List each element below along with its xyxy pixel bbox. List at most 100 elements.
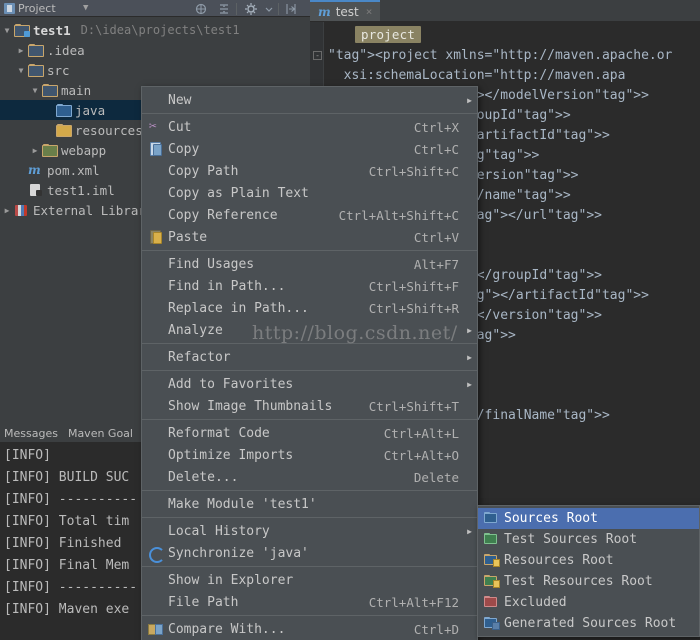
source-folder-icon	[56, 104, 72, 117]
menu-item-no-icon	[146, 594, 166, 610]
menu-item-label: Delete...	[168, 469, 239, 485]
breadcrumb[interactable]: project	[355, 26, 422, 43]
menu-item-label: Paste	[168, 229, 208, 245]
tree-node-label: java	[75, 102, 106, 118]
menu-item-label: Local History	[168, 523, 270, 539]
test-resources-root-icon	[483, 575, 500, 588]
menu-separator	[142, 419, 477, 420]
submenu-arrow-icon: ▶	[467, 325, 472, 335]
tab-test[interactable]: m test ×	[310, 0, 381, 21]
fold-collapse-icon[interactable]: -	[313, 51, 322, 60]
submenu-item-sources-root[interactable]: Sources Root	[478, 508, 699, 529]
menu-item-reformat-code[interactable]: Reformat Code Ctrl+Alt+L	[142, 422, 477, 444]
tree-indent: ▶	[14, 86, 28, 95]
menu-item-no-icon	[146, 398, 166, 414]
menu-item-label: Find in Path...	[168, 278, 286, 294]
settings-dropdown-icon[interactable]	[263, 3, 275, 15]
menu-item-copy-path[interactable]: Copy Path Ctrl+Shift+C	[142, 160, 477, 182]
tab-messages[interactable]: Messages	[4, 427, 58, 440]
context-menu[interactable]: New ▶ Cut Ctrl+X Copy Ctrl+C Copy Path Ctrl+Shi…	[141, 86, 478, 640]
menu-item-optimize-imports[interactable]: Optimize Imports Ctrl+Alt+O	[142, 444, 477, 466]
menu-item-show-image-thumbnails[interactable]: Show Image Thumbnails Ctrl+Shift+T	[142, 395, 477, 417]
menu-item-label: Copy	[168, 141, 200, 157]
menu-item-no-icon	[146, 278, 166, 294]
menu-item-no-icon	[146, 185, 166, 201]
menu-item-shortcut: Ctrl+Alt+L	[383, 425, 459, 441]
tab-maven-goal[interactable]: Maven Goal	[68, 427, 133, 440]
menu-separator	[142, 490, 477, 491]
tree-node-label: main	[61, 82, 92, 98]
menu-item-shortcut: Ctrl+Shift+R	[368, 300, 459, 316]
submenu-item-resources-root[interactable]: Resources Root	[478, 550, 699, 571]
menu-item-add-to-favorites[interactable]: Add to Favorites ▶	[142, 373, 477, 395]
chevron-down-icon[interactable]: ▼	[83, 3, 88, 13]
twisty-expanded-icon[interactable]: ▼	[28, 86, 42, 95]
close-icon[interactable]: ×	[366, 5, 373, 18]
twisty-collapsed-icon[interactable]: ▶	[0, 206, 14, 215]
menu-item-shortcut: Delete	[413, 469, 459, 485]
submenu-item-test-resources-root[interactable]: Test Resources Root	[478, 571, 699, 592]
menu-separator	[142, 113, 477, 114]
tree-node--idea[interactable]: ▶▶ .idea	[0, 40, 310, 60]
tree-indent: ▶	[0, 106, 14, 115]
submenu-item-excluded[interactable]: Excluded	[478, 592, 699, 613]
menu-item-refactor[interactable]: Refactor ▶	[142, 346, 477, 368]
tree-indent: ▶	[0, 86, 14, 95]
menu-item-cut[interactable]: Cut Ctrl+X	[142, 116, 477, 138]
menu-item-make-module-test1[interactable]: Make Module 'test1'	[142, 493, 477, 515]
hide-panel-icon[interactable]	[285, 3, 297, 15]
menu-item-show-in-explorer[interactable]: Show in Explorer	[142, 569, 477, 591]
menu-item-paste[interactable]: Paste Ctrl+V	[142, 226, 477, 248]
sync-icon	[146, 545, 166, 563]
menu-item-no-icon	[146, 300, 166, 316]
menu-item-compare-with[interactable]: Compare With... Ctrl+D	[142, 618, 477, 640]
copy-icon	[146, 141, 166, 157]
menu-item-file-path[interactable]: File Path Ctrl+Alt+F12	[142, 591, 477, 613]
menu-item-analyze[interactable]: Analyze ▶	[142, 319, 477, 341]
tree-node-label: test1.iml	[47, 182, 115, 198]
submenu-item-label: Test Resources Root	[504, 574, 653, 589]
menu-item-label: Analyze	[168, 322, 223, 338]
menu-item-copy-as-plain-text[interactable]: Copy as Plain Text	[142, 182, 477, 204]
tree-node-label: resources	[75, 122, 143, 138]
twisty-expanded-icon[interactable]: ▼	[14, 66, 28, 75]
twisty-none: ▶	[14, 186, 28, 195]
menu-item-copy[interactable]: Copy Ctrl+C	[142, 138, 477, 160]
tree-indent: ▶	[28, 126, 42, 135]
expand-all-icon[interactable]	[218, 3, 230, 15]
tree-node-test1[interactable]: ▼ test1 D:\idea\projects\test1	[0, 20, 310, 40]
folder-icon	[42, 84, 58, 97]
maven-file-icon: m	[28, 163, 41, 177]
submenu-item-test-sources-root[interactable]: Test Sources Root	[478, 529, 699, 550]
menu-item-new[interactable]: New ▶	[142, 89, 477, 111]
menu-item-find-usages[interactable]: Find Usages Alt+F7	[142, 253, 477, 275]
menu-item-copy-reference[interactable]: Copy Reference Ctrl+Alt+Shift+C	[142, 204, 477, 226]
menu-item-label: Add to Favorites	[168, 376, 294, 392]
menu-item-find-in-path[interactable]: Find in Path... Ctrl+Shift+F	[142, 275, 477, 297]
tree-indent: ▶	[14, 106, 28, 115]
twisty-collapsed-icon[interactable]: ▶	[28, 146, 42, 155]
code-line: - "tag"><project xmlns="http://maven.apac…	[310, 46, 700, 66]
menu-item-no-icon	[146, 572, 166, 588]
compare-icon	[146, 621, 166, 637]
code-line: xsi:schemaLocation="http://maven.apa	[328, 68, 626, 83]
menu-item-label: Copy Reference	[168, 207, 278, 223]
twisty-collapsed-icon[interactable]: ▶	[14, 46, 28, 55]
settings-gear-icon[interactable]	[245, 3, 257, 15]
twisty-expanded-icon[interactable]: ▼	[0, 26, 14, 35]
submenu-item-generated-sources-root[interactable]: Generated Sources Root	[478, 613, 699, 634]
test-sources-root-icon	[483, 533, 500, 546]
menu-item-label: Show Image Thumbnails	[168, 398, 333, 414]
menu-item-delete[interactable]: Delete... Delete	[142, 466, 477, 488]
menu-item-replace-in-path[interactable]: Replace in Path... Ctrl+Shift+R	[142, 297, 477, 319]
menu-item-synchronize-java[interactable]: Synchronize 'java'	[142, 542, 477, 564]
menu-item-local-history[interactable]: Local History ▶	[142, 520, 477, 542]
menu-item-shortcut: Alt+F7	[413, 256, 459, 272]
folder-icon	[28, 44, 44, 57]
mark-directory-as-submenu[interactable]: Sources Root Test Sources Root Resources R…	[477, 505, 700, 637]
menu-item-shortcut: Ctrl+C	[413, 141, 459, 157]
menu-item-shortcut: Ctrl+D	[413, 621, 459, 637]
tree-node-src[interactable]: ▶▼ src	[0, 60, 310, 80]
tree-indent: ▶	[14, 126, 28, 135]
collapse-all-icon[interactable]	[195, 3, 207, 15]
